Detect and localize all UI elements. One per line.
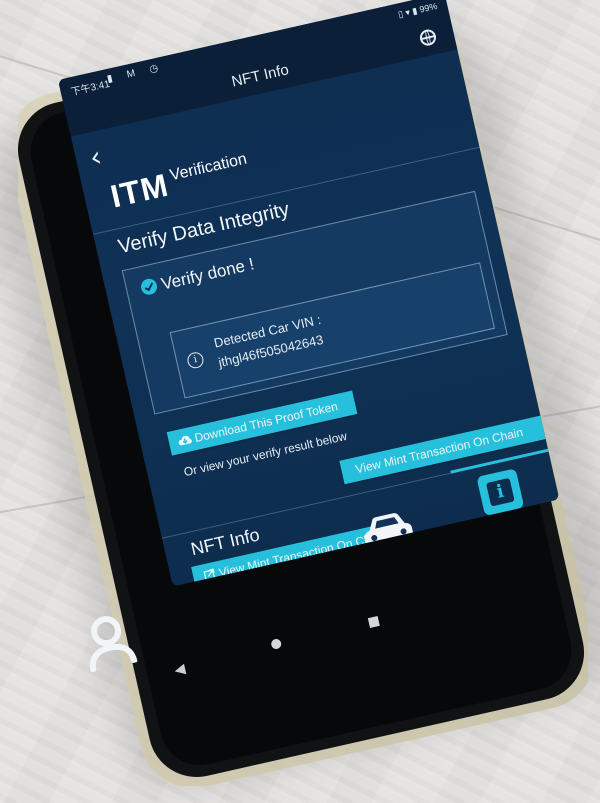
mint-button-label: View Mint Transaction On Chain — [354, 425, 525, 477]
system-home-icon[interactable] — [270, 638, 283, 650]
info-icon: i — [185, 350, 206, 370]
check-circle-icon — [141, 278, 158, 295]
person-icon[interactable] — [77, 609, 140, 673]
verify-status: Verify done ! — [139, 254, 256, 299]
status-battery: ▯ ▾ ▮ 99% — [397, 0, 439, 20]
system-back-icon[interactable]: ◀ — [173, 660, 187, 679]
vin-box: i Detected Car VIN : jthgl46f505042643 — [169, 262, 496, 399]
brand-logo: ITMVerification — [107, 149, 252, 216]
logo-text: ITM — [107, 166, 172, 215]
system-recents-icon[interactable] — [367, 616, 380, 628]
logo-subtitle: Verification — [168, 150, 249, 185]
back-chevron-icon[interactable]: ‹ — [86, 140, 104, 175]
verify-status-text: Verify done ! — [159, 254, 256, 294]
